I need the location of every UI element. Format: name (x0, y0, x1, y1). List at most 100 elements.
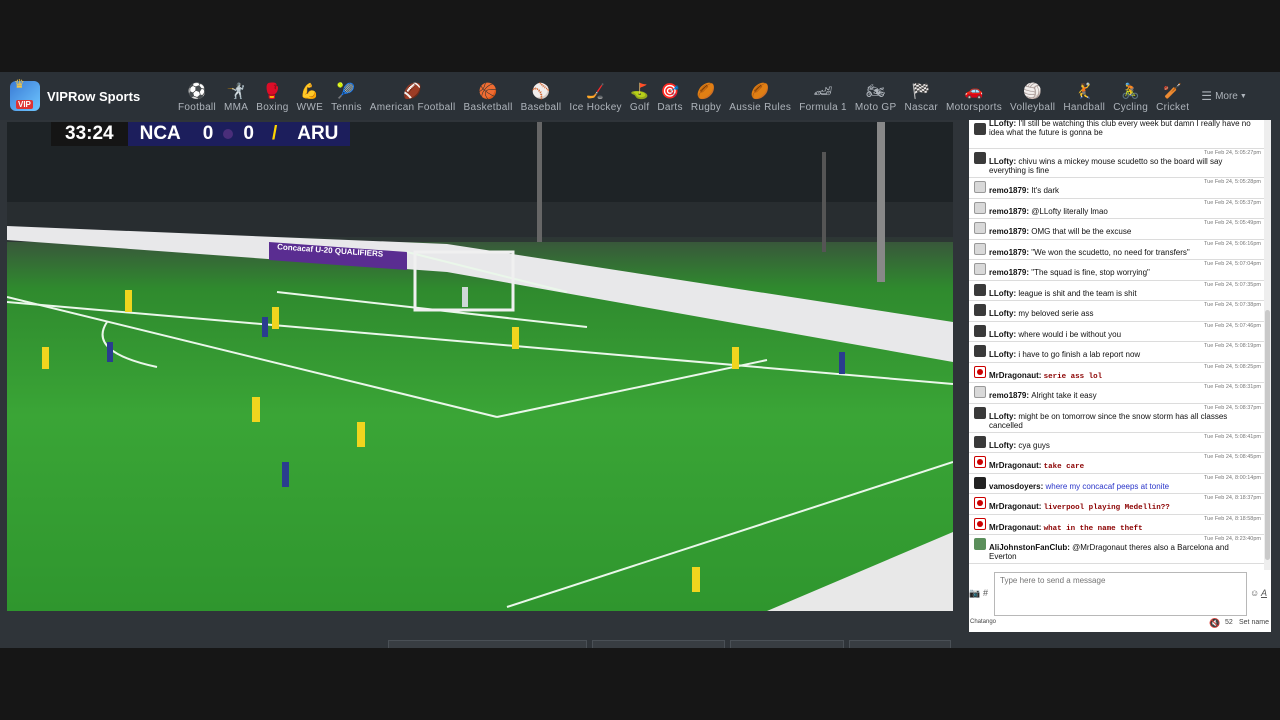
message-username[interactable]: remo1879 (989, 248, 1026, 257)
message-text: take care (1043, 463, 1085, 471)
chat-message: Tue Feb 24, 5:05:27pm LLofty: chivu wins … (969, 149, 1264, 178)
brand-link[interactable]: ♛ VIP VIPRow Sports (10, 77, 160, 111)
message-username[interactable]: remo1879 (989, 268, 1026, 277)
nav-item-mma[interactable]: 🤺 MMA (220, 84, 252, 120)
nav-item-boxing[interactable]: 🥊 Boxing (252, 84, 292, 120)
message-username[interactable]: vamosdoyers (989, 482, 1041, 491)
chat-message-input[interactable] (994, 572, 1247, 616)
chat-messages[interactable]: LLofty: I'll still be watching this club… (969, 120, 1264, 570)
nav-item-handball[interactable]: 🤾 Handball (1059, 84, 1109, 120)
message-body: MrDragonaut: what in the name theft (989, 523, 1258, 534)
mute-icon[interactable]: 🔇 (1209, 618, 1220, 629)
message-username[interactable]: remo1879 (989, 207, 1026, 216)
message-timestamp: Tue Feb 24, 5:05:28pm (1204, 179, 1261, 185)
user-avatar-icon[interactable] (974, 497, 986, 509)
nav-item-golf[interactable]: ⛳ Golf (626, 84, 654, 120)
message-username[interactable]: LLofty (989, 289, 1013, 298)
nav-item-basketball[interactable]: 🏀 Basketball (459, 84, 516, 120)
nav-item-cricket[interactable]: 🏏 Cricket (1152, 84, 1193, 120)
user-avatar-icon[interactable] (974, 181, 986, 193)
message-username[interactable]: remo1879 (989, 186, 1026, 195)
user-avatar-icon[interactable] (974, 476, 986, 489)
nav-item-label: Cycling (1113, 102, 1149, 113)
user-avatar-icon[interactable] (974, 152, 986, 164)
nav-item-aussie-rules[interactable]: 🏉 Aussie Rules (725, 84, 795, 120)
message-username[interactable]: LLofty (989, 350, 1013, 359)
message-username[interactable]: remo1879 (989, 391, 1026, 400)
golf-icon: ⛳ (630, 83, 650, 100)
user-avatar-icon[interactable] (974, 201, 986, 214)
nav-item-volleyball[interactable]: 🏐 Volleyball (1006, 84, 1059, 120)
chatango-link[interactable]: Chatango (970, 619, 996, 625)
nav-item-nascar[interactable]: 🏁 Nascar (900, 84, 941, 120)
baseball-icon: ⚾ (531, 83, 551, 100)
video-player[interactable]: 33:24 NCA 0 0 / ARU Concacaf U-20 QUALIF… (7, 122, 953, 611)
emoji-icon[interactable]: ☺ (1250, 588, 1259, 598)
message-timestamp: Tue Feb 24, 5:08:37pm (1204, 404, 1261, 411)
message-username[interactable]: MrDragonaut (989, 461, 1039, 470)
nav-item-cycling[interactable]: 🚴 Cycling (1109, 84, 1152, 120)
viewer-count: 52 (1225, 619, 1233, 626)
message-body: remo1879: It's dark (989, 186, 1258, 195)
user-avatar-icon[interactable] (974, 222, 986, 234)
chat-scrollbar[interactable] (1264, 120, 1271, 570)
more-menu-button[interactable]: ☰ More ▼ (1201, 89, 1247, 103)
message-username[interactable]: AliJohnstonFanClub (989, 543, 1067, 552)
chat-composer: 📷 # ☺ A (969, 572, 1271, 622)
message-username[interactable]: LLofty (989, 330, 1013, 339)
message-text: I'll still be watching this club every w… (989, 120, 1251, 137)
nav-item-label: Tennis (331, 102, 362, 113)
nav-item-motorsports[interactable]: 🚗 Motorsports (942, 84, 1006, 120)
chat-message: Tue Feb 24, 5:08:45pm MrDragonaut: take c… (969, 453, 1264, 474)
nav-item-tennis[interactable]: 🎾 Tennis (327, 84, 366, 120)
font-style-icon[interactable]: A (1261, 588, 1267, 598)
hashtag-icon[interactable]: # (983, 588, 988, 598)
nav-item-wwe[interactable]: 💪 WWE (293, 84, 327, 120)
set-name-link[interactable]: Set name (1239, 619, 1269, 626)
user-avatar-icon[interactable] (974, 242, 986, 255)
user-avatar-icon[interactable] (974, 304, 986, 316)
message-username[interactable]: MrDragonaut (989, 523, 1039, 532)
message-username[interactable]: LLofty (989, 412, 1013, 421)
nav-item-darts[interactable]: 🎯 Darts (653, 84, 686, 120)
nav-item-football[interactable]: ⚽ Football (174, 84, 220, 120)
user-avatar-icon[interactable] (974, 406, 986, 419)
message-body: MrDragonaut: serie ass lol (989, 371, 1258, 382)
user-avatar-icon[interactable] (974, 123, 986, 135)
home-team: NCA (139, 123, 181, 144)
message-text: my beloved serie ass (1018, 309, 1094, 318)
message-body: MrDragonaut: liverpool playing Medellin?… (989, 502, 1258, 513)
user-avatar-icon[interactable] (974, 517, 986, 530)
user-avatar-icon[interactable] (974, 435, 986, 448)
message-timestamp: Tue Feb 24, 5:08:45pm (1204, 454, 1261, 460)
camera-icon[interactable]: 📷 (969, 588, 980, 599)
message-username[interactable]: MrDragonaut (989, 371, 1039, 380)
nav-item-baseball[interactable]: ⚾ Baseball (517, 84, 566, 120)
message-timestamp: Tue Feb 24, 5:05:37pm (1204, 199, 1261, 206)
message-username[interactable]: LLofty (989, 441, 1013, 450)
nav-item-american-football[interactable]: 🏈 American Football (366, 84, 460, 120)
nav-item-ice-hockey[interactable]: 🏒 Ice Hockey (565, 84, 625, 120)
message-username[interactable]: LLofty (989, 309, 1013, 318)
nav-item-label: Darts (657, 102, 683, 113)
user-avatar-icon[interactable] (974, 456, 986, 468)
nav-item-formula-1[interactable]: 🏎 Formula 1 (795, 84, 851, 120)
message-username[interactable]: LLofty (989, 157, 1013, 166)
nav-item-rugby[interactable]: 🏉 Rugby (687, 84, 725, 120)
user-avatar-icon[interactable] (974, 365, 986, 378)
user-avatar-icon[interactable] (974, 538, 986, 550)
user-avatar-icon[interactable] (974, 345, 986, 357)
nav-item-moto-gp[interactable]: 🏍 Moto GP (851, 84, 901, 120)
message-username[interactable]: remo1879 (989, 227, 1026, 236)
brand-name: VIPRow Sports (47, 88, 141, 104)
user-avatar-icon[interactable] (974, 386, 986, 398)
chat-scroll-thumb[interactable] (1265, 310, 1270, 560)
message-username[interactable]: MrDragonaut (989, 502, 1039, 511)
user-avatar-icon[interactable] (974, 263, 986, 275)
message-body: remo1879: "The squad is fine, stop worry… (989, 268, 1258, 277)
message-text: league is shit and the team is shit (1018, 288, 1137, 298)
message-username[interactable]: LLofty (989, 120, 1013, 128)
user-avatar-icon[interactable] (974, 324, 986, 337)
user-avatar-icon[interactable] (974, 283, 986, 296)
message-body: remo1879: OMG that will be the excuse (989, 227, 1258, 236)
